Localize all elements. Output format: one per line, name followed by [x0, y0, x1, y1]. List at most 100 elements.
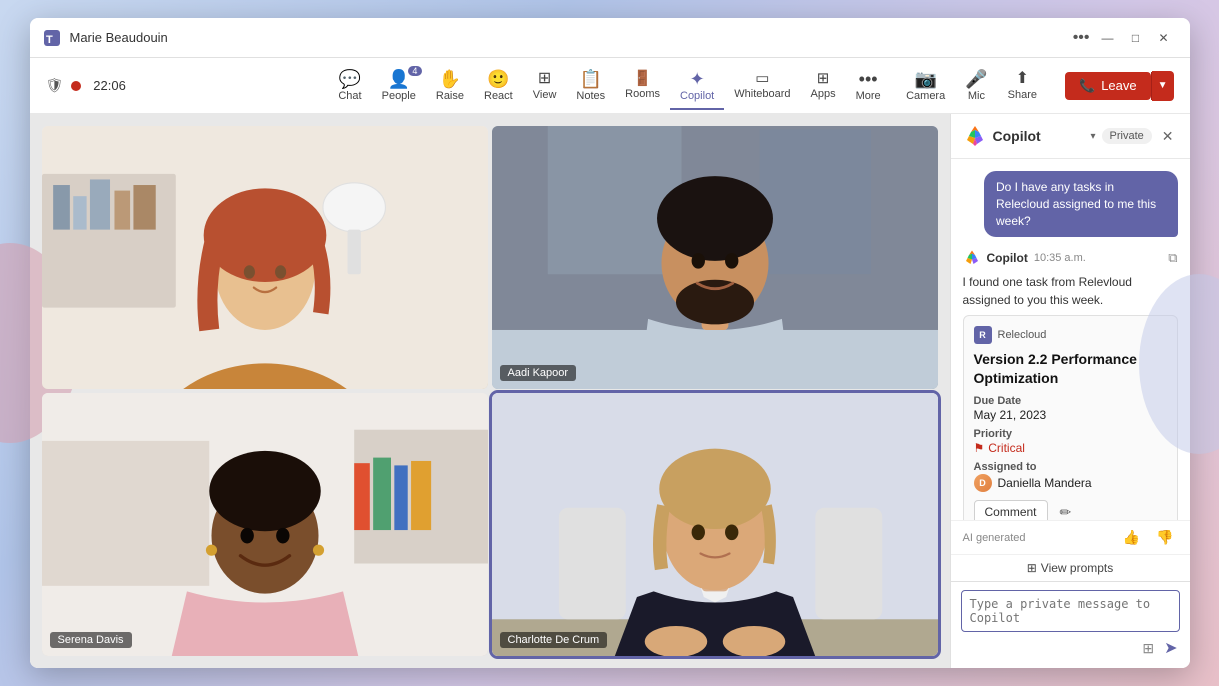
private-badge: Private — [1102, 128, 1152, 144]
toolbar-more[interactable]: ••• More — [846, 66, 891, 106]
person-svg-3 — [42, 393, 488, 656]
toolbar-people[interactable]: 👤 People 4 — [372, 66, 426, 106]
teams-logo: T — [42, 28, 62, 48]
phone-icon: 📞 — [1079, 78, 1095, 94]
copilot-avatar-icon — [963, 249, 981, 267]
view-prompts-row: ⊞ View prompts — [951, 554, 1190, 581]
toolbar-rooms[interactable]: 🚪 Rooms — [615, 67, 670, 104]
apps-label: Apps — [811, 88, 836, 100]
notes-label: Notes — [576, 90, 605, 102]
video-placeholder-3: Serena Davis — [42, 393, 488, 656]
raise-icon: ✋ — [439, 70, 461, 88]
leave-chevron-button[interactable]: ▼ — [1152, 71, 1174, 101]
priority-text: Critical — [988, 441, 1025, 455]
ai-generated-row: AI generated 👍 👎 — [951, 520, 1190, 554]
rooms-icon: 🚪 — [633, 71, 652, 86]
minimize-button[interactable]: — — [1094, 24, 1122, 52]
thumbs-down-button[interactable]: 👎 — [1152, 527, 1177, 548]
person-svg-2 — [492, 126, 938, 389]
shield-icon: 🛡 — [46, 77, 64, 94]
view-prompts-label: View prompts — [1041, 561, 1113, 575]
prompts-icon: ⊞ — [1027, 561, 1037, 575]
copilot-icon: ✦ — [690, 70, 705, 88]
copy-icon[interactable]: ⧉ — [1168, 250, 1177, 266]
chat-icon: 💬 — [339, 70, 361, 88]
title-bar-more[interactable]: ••• — [1073, 29, 1090, 47]
view-prompts-button[interactable]: ⊞ View prompts — [1027, 561, 1114, 575]
video-tile-3: Serena Davis — [42, 393, 488, 656]
toolbar-whiteboard[interactable]: ▭ Whiteboard — [724, 67, 800, 104]
task-card-title: Version 2.2 Performance Optimization — [974, 350, 1167, 386]
task-assigned-field: Assigned to D Daniella Mandera — [974, 461, 1167, 492]
name-badge-4: Charlotte De Crum — [500, 632, 608, 648]
toolbar-view[interactable]: ⊞ View — [523, 67, 567, 105]
person-svg-1 — [42, 126, 488, 389]
people-label: People — [382, 90, 416, 102]
main-content: Aadi Kapoor — [30, 114, 1190, 668]
more-icon: ••• — [859, 70, 878, 88]
share-label: Share — [1008, 89, 1037, 101]
toolbar-share[interactable]: ⬆ Share — [1000, 67, 1045, 105]
toolbar-chat[interactable]: 💬 Chat — [328, 66, 371, 106]
title-bar: T Marie Beaudouin ••• — □ ✕ — [30, 18, 1190, 58]
thumbs-up-button[interactable]: 👍 — [1119, 527, 1144, 548]
toolbar-notes[interactable]: 📋 Notes — [566, 66, 615, 106]
notes-icon: 📋 — [580, 70, 602, 88]
copilot-input[interactable] — [961, 590, 1180, 632]
toolbar-camera[interactable]: 📷 Camera — [898, 66, 953, 106]
copilot-close-button[interactable]: ✕ — [1158, 126, 1178, 147]
camera-label: Camera — [906, 90, 945, 102]
svg-text:T: T — [46, 34, 53, 46]
edit-button[interactable]: ✏ — [1056, 500, 1076, 520]
assignee-name: Daniella Mandera — [998, 476, 1092, 490]
leave-label: Leave — [1101, 78, 1136, 93]
copilot-header: Copilot ▾ Private ✕ — [951, 114, 1190, 159]
priority-value: ⚑ Critical — [974, 441, 1167, 455]
copilot-chevron-icon[interactable]: ▾ — [1090, 131, 1095, 142]
bot-meta: Copilot 10:35 a.m. ⧉ — [963, 249, 1178, 267]
priority-label: Priority — [974, 428, 1167, 440]
close-button[interactable]: ✕ — [1150, 24, 1178, 52]
toolbar-react[interactable]: 🙂 React — [474, 66, 523, 106]
recording-indicator — [71, 81, 81, 91]
due-date-label: Due Date — [974, 395, 1167, 407]
mic-icon: 🎤 — [965, 70, 987, 88]
video-tile-4: Charlotte De Crum — [492, 393, 938, 656]
input-area: ⊞ ➤ — [951, 581, 1190, 668]
mic-label: Mic — [968, 90, 985, 102]
apps-icon: ⊞ — [817, 71, 830, 86]
grid-button[interactable]: ⊞ — [1140, 638, 1156, 659]
relecloud-icon: R — [974, 326, 992, 344]
video-tile-1 — [42, 126, 488, 389]
rooms-label: Rooms — [625, 88, 660, 100]
meeting-toolbar: 🛡 22:06 💬 Chat 👤 People 4 ✋ Raise 🙂 Reac… — [30, 58, 1190, 114]
user-message: Do I have any tasks in Relecloud assigne… — [984, 171, 1178, 237]
toolbar-left: 🛡 22:06 — [46, 77, 329, 94]
name-badge-3: Serena Davis — [50, 632, 132, 648]
teams-window: T Marie Beaudouin ••• — □ ✕ 🛡 22:06 💬 Ch… — [30, 18, 1190, 668]
task-due-date-field: Due Date May 21, 2023 — [974, 395, 1167, 422]
toolbar-copilot[interactable]: ✦ Copilot — [670, 66, 724, 106]
toolbar-apps[interactable]: ⊞ Apps — [801, 67, 846, 104]
copilot-label: Copilot — [680, 90, 714, 102]
assignee-row: D Daniella Mandera — [974, 474, 1167, 492]
people-badge: 4 — [408, 66, 422, 76]
assigned-to-label: Assigned to — [974, 461, 1167, 473]
task-priority-field: Priority ⚑ Critical — [974, 428, 1167, 455]
video-tile-2: Aadi Kapoor — [492, 126, 938, 389]
send-button[interactable]: ➤ — [1162, 636, 1179, 660]
card-actions: Comment ✏ — [974, 500, 1167, 520]
toolbar-mic[interactable]: 🎤 Mic — [957, 66, 995, 106]
leave-button[interactable]: 📞 Leave — [1065, 72, 1151, 100]
react-label: React — [484, 90, 513, 102]
maximize-button[interactable]: □ — [1122, 24, 1150, 52]
due-date-value: May 21, 2023 — [974, 408, 1167, 422]
task-card-source: Relecloud — [998, 329, 1047, 341]
toolbar-raise[interactable]: ✋ Raise — [426, 66, 474, 106]
video-grid: Aadi Kapoor — [30, 114, 950, 668]
camera-icon: 📷 — [914, 70, 936, 88]
view-icon: ⊞ — [538, 71, 551, 87]
chat-label: Chat — [338, 90, 361, 102]
person-svg-4 — [492, 393, 938, 656]
comment-button[interactable]: Comment — [974, 500, 1048, 520]
